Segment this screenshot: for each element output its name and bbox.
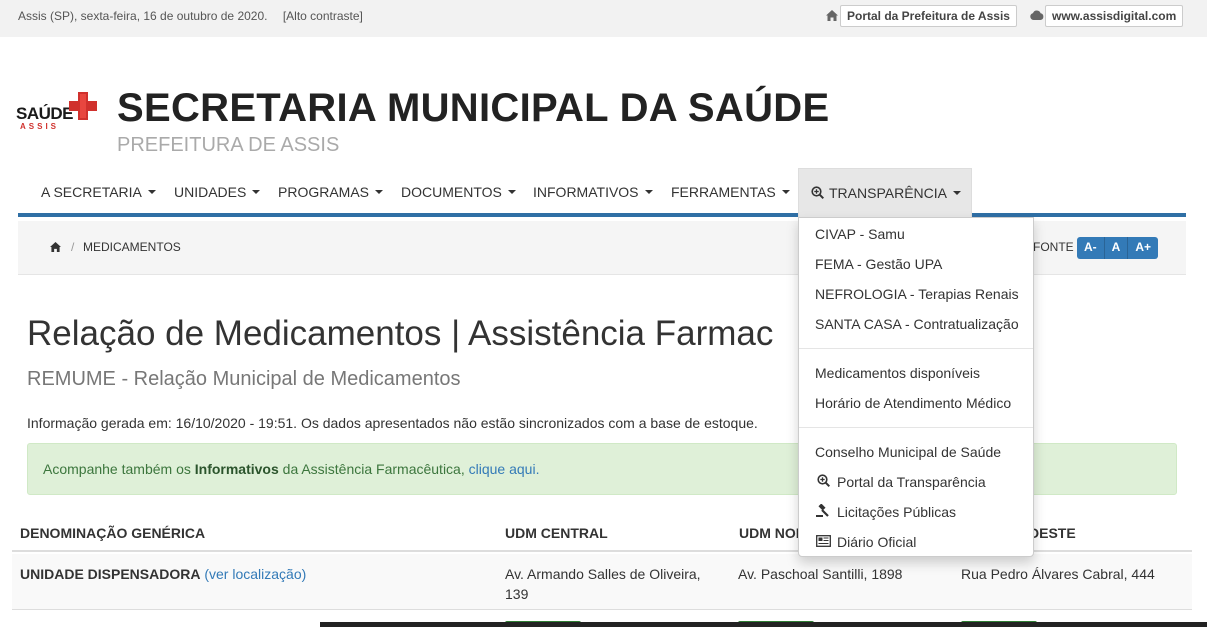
- site-title[interactable]: SECRETARIA MUNICIPAL DA SAÚDE: [117, 86, 829, 131]
- breadcrumb-home-icon[interactable]: [50, 241, 61, 255]
- font-decrease-button[interactable]: A-: [1077, 237, 1105, 259]
- alert-prefix: Acompanhe também os: [43, 461, 195, 477]
- table-cell: Av. Armando Salles de Oliveira, 139: [505, 566, 701, 602]
- dropdown-label: Licitações Públicas: [837, 504, 957, 520]
- column-header: DESTE: [1029, 525, 1076, 541]
- table-cell: Av. Paschoal Santilli, 1898: [738, 566, 903, 582]
- alert-bold: Informativos: [194, 461, 279, 477]
- dropdown-item-medicamentos[interactable]: Medicamentos disponíveis: [815, 365, 980, 381]
- column-header: UDM NOR: [739, 525, 806, 541]
- cloud-icon: [1030, 10, 1044, 23]
- table-cell: Rua Pedro Álvares Cabral, 444: [961, 566, 1155, 582]
- dropdown-item-conselho[interactable]: Conselho Municipal de Saúde: [815, 444, 1001, 460]
- font-size-label: FONTE: [1033, 240, 1074, 254]
- main-nav: A SECRETARIA UNIDADES PROGRAMAS DOCUMENT…: [18, 168, 1186, 218]
- bottom-strip: [320, 622, 1207, 627]
- date-text: Assis (SP), sexta-feira, 16 de outubro d…: [18, 9, 268, 23]
- nav-documentos[interactable]: DOCUMENTOS: [401, 168, 516, 217]
- row-label-cell: UNIDADE DISPENSADORA (ver localização): [20, 564, 306, 584]
- search-plus-icon: [815, 474, 831, 490]
- dropdown-label: Diário Oficial: [837, 534, 917, 550]
- dropdown-item-fema[interactable]: FEMA - Gestão UPA: [815, 256, 942, 272]
- dropdown-item-nefrologia[interactable]: NEFROLOGIA - Terapias Renais: [815, 286, 1019, 302]
- info-text: Informação gerada em: 16/10/2020 - 19:51…: [27, 415, 758, 431]
- top-bar: Assis (SP), sexta-feira, 16 de outubro d…: [0, 0, 1207, 37]
- nav-programas[interactable]: PROGRAMAS: [278, 168, 384, 217]
- search-plus-icon: [811, 186, 825, 200]
- dropdown-item-portal-transparencia[interactable]: Portal da Transparência: [815, 474, 986, 490]
- site-subtitle: PREFEITURA DE ASSIS: [117, 134, 340, 156]
- dropdown-divider: [799, 348, 1033, 349]
- dropdown-divider: [799, 427, 1033, 428]
- page-title: Relação de Medicamentos | Assistência Fa…: [27, 314, 774, 353]
- nav-ferramentas[interactable]: FERRAMENTAS: [671, 168, 790, 217]
- newspaper-icon: [815, 535, 831, 550]
- transparencia-dropdown: CIVAP - Samu FEMA - Gestão UPA NEFROLOGI…: [798, 217, 1034, 557]
- gavel-icon: [815, 503, 831, 520]
- font-increase-button[interactable]: A+: [1128, 237, 1159, 259]
- dropdown-item-civap[interactable]: CIVAP - Samu: [815, 226, 905, 242]
- caret-down-icon: [644, 190, 653, 195]
- nav-a-secretaria[interactable]: A SECRETARIA: [41, 168, 156, 217]
- caret-down-icon: [952, 191, 961, 196]
- home-icon: [826, 10, 838, 24]
- prefeitura-portal-link[interactable]: Portal da Prefeitura de Assis: [840, 5, 1017, 27]
- nav-transparencia[interactable]: TRANSPARÊNCIA: [798, 168, 972, 218]
- page-subtitle: REMUME - Relação Municipal de Medicament…: [27, 368, 461, 390]
- dropdown-label: Portal da Transparência: [837, 474, 986, 490]
- high-contrast-link[interactable]: [Alto contraste]: [283, 9, 363, 23]
- table-row: UNIDADE DISPENSADORA (ver localização) A…: [12, 554, 1192, 610]
- view-location-link[interactable]: (ver localização): [204, 566, 306, 582]
- caret-down-icon: [507, 190, 516, 195]
- breadcrumb-separator: /: [71, 240, 75, 254]
- caret-down-icon: [781, 190, 790, 195]
- dropdown-item-horario[interactable]: Horário de Atendimento Médico: [815, 395, 1011, 411]
- health-cross-icon: [69, 92, 97, 120]
- caret-down-icon: [375, 190, 384, 195]
- nav-unidades[interactable]: UNIDADES: [174, 168, 261, 217]
- dropdown-item-diario-oficial[interactable]: Diário Oficial: [815, 534, 916, 550]
- nav-label: FERRAMENTAS: [671, 184, 776, 200]
- alert-middle: da Assistência Farmacêutica,: [278, 461, 469, 477]
- nav-label: A SECRETARIA: [41, 184, 142, 200]
- assis-digital-link[interactable]: www.assisdigital.com: [1045, 5, 1184, 27]
- saude-logo[interactable]: SAÚDE ASSIS: [16, 92, 97, 132]
- top-bar-left: Assis (SP), sexta-feira, 16 de outubro d…: [18, 9, 375, 23]
- nav-label: PROGRAMAS: [278, 184, 370, 200]
- column-header: DENOMINAÇÃO GENÉRICA: [20, 525, 206, 541]
- nav-label: INFORMATIVOS: [533, 184, 639, 200]
- column-header: UDM CENTRAL: [505, 525, 608, 541]
- dropdown-item-licitacoes[interactable]: Licitações Públicas: [815, 503, 957, 520]
- font-normal-button[interactable]: A: [1104, 237, 1129, 259]
- logo-assis-text: ASSIS: [20, 122, 60, 131]
- caret-down-icon: [252, 190, 261, 195]
- dropdown-item-santa-casa[interactable]: SANTA CASA - Contratualização: [815, 316, 1019, 332]
- nav-label: UNIDADES: [174, 184, 247, 200]
- caret-down-icon: [147, 190, 156, 195]
- nav-label: DOCUMENTOS: [401, 184, 502, 200]
- font-size-controls: A- A A+: [1077, 237, 1159, 259]
- nav-informativos[interactable]: INFORMATIVOS: [533, 168, 653, 217]
- nav-label: TRANSPARÊNCIA: [829, 185, 947, 201]
- alert-link[interactable]: clique aqui.: [469, 461, 540, 477]
- breadcrumb-current: MEDICAMENTOS: [83, 240, 181, 254]
- row-label: UNIDADE DISPENSADORA: [20, 566, 201, 582]
